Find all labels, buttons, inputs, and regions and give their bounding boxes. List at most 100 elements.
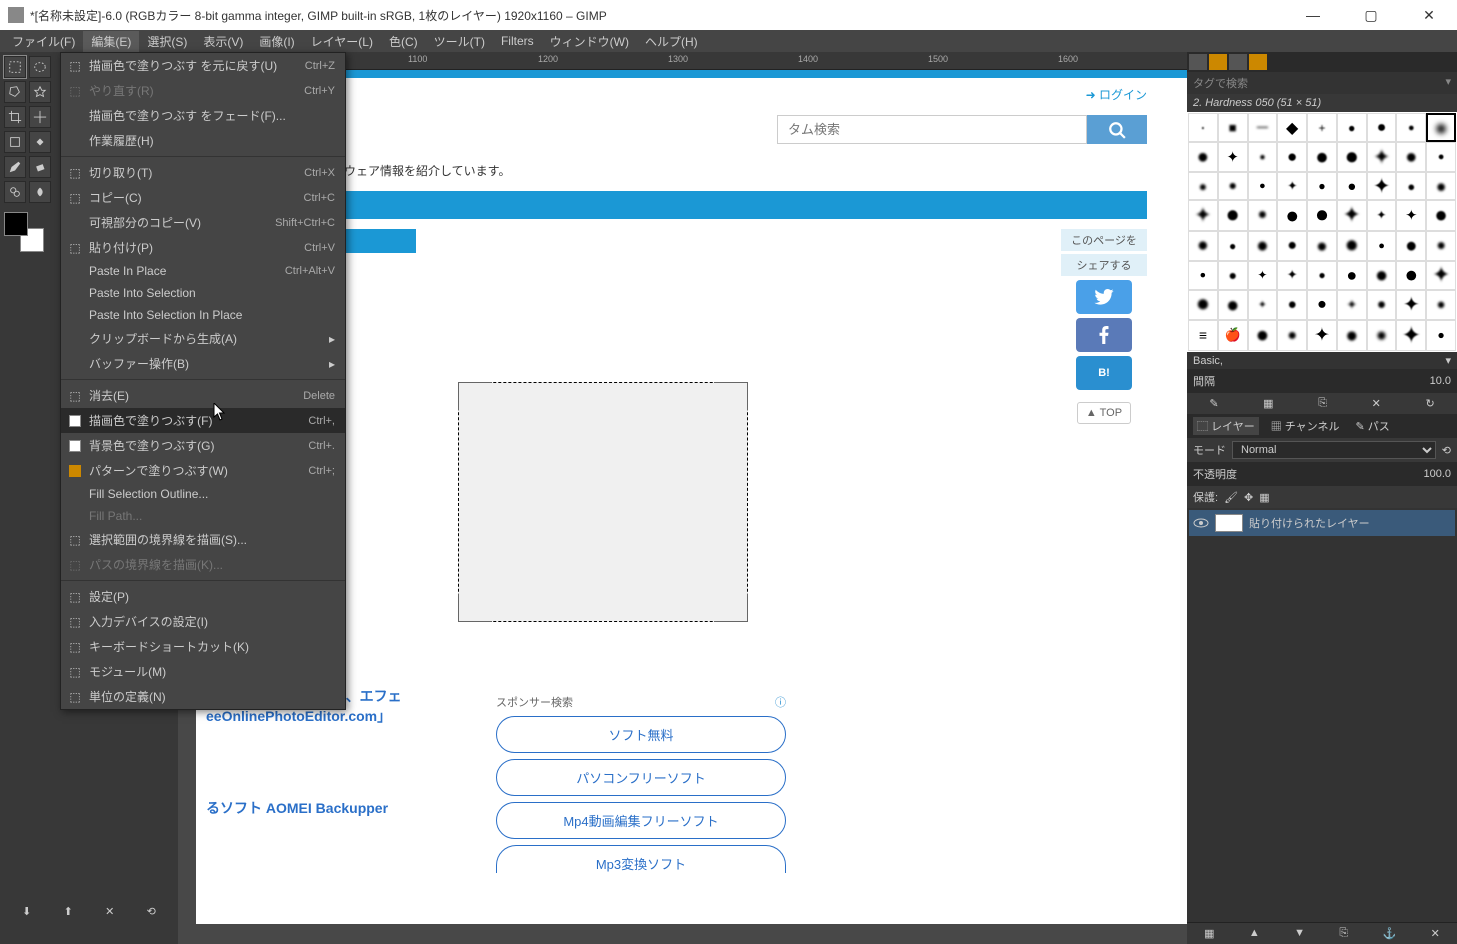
brush-39[interactable]: ● xyxy=(1277,231,1307,261)
brush-68[interactable]: ● xyxy=(1337,320,1367,351)
tool-crop[interactable] xyxy=(4,106,26,128)
brush-24[interactable]: ✦ xyxy=(1367,172,1397,200)
brush-16[interactable]: ● xyxy=(1396,142,1426,172)
menu-help[interactable]: ヘルプ(H) xyxy=(637,31,706,52)
tool-transform[interactable] xyxy=(4,131,26,153)
brush-6[interactable]: ● xyxy=(1367,113,1397,142)
mode-reset[interactable]: ⟲ xyxy=(1442,444,1451,457)
brush-27[interactable]: ✦ xyxy=(1188,200,1218,230)
link-3[interactable]: るソフト AOMEI Backupper xyxy=(206,798,388,818)
brush-33[interactable]: ✦ xyxy=(1367,200,1397,230)
twitter-button[interactable] xyxy=(1076,280,1132,314)
menu-file[interactable]: ファイル(F) xyxy=(4,31,83,52)
ad-link-1[interactable]: ソフト無料 xyxy=(496,716,786,753)
edit-menu-Paste Into[interactable]: Paste Into Selection In Place xyxy=(61,304,345,326)
brush-61[interactable]: ✦ xyxy=(1396,290,1426,320)
edit-menu-やり直す(R)[interactable]: ⬚やり直す(R)Ctrl+Y xyxy=(61,78,345,103)
brush-30[interactable]: ● xyxy=(1277,200,1307,230)
brush-50[interactable]: ● xyxy=(1337,261,1367,290)
brush-51[interactable]: ● xyxy=(1367,261,1397,290)
blend-mode-select[interactable]: Normal xyxy=(1232,441,1436,459)
ad-link-2[interactable]: パソコンフリーソフト xyxy=(496,759,786,796)
menu-filters[interactable]: Filters xyxy=(493,32,542,50)
tool-ellipse-select[interactable] xyxy=(29,56,51,78)
merge-layer-icon[interactable]: ⚓ xyxy=(1383,927,1397,940)
brush-12[interactable]: ● xyxy=(1277,142,1307,172)
spacing-value[interactable]: 10.0 xyxy=(1430,375,1451,387)
brush-26[interactable]: ● xyxy=(1426,172,1456,200)
brush-56[interactable]: ✦ xyxy=(1248,290,1278,320)
brush-38[interactable]: ● xyxy=(1248,231,1278,261)
minimize-button[interactable]: — xyxy=(1293,7,1333,24)
brush-18[interactable]: ● xyxy=(1188,172,1218,200)
rtab-3[interactable] xyxy=(1229,54,1247,70)
edit-menu-描画色で塗りつぶす[interactable]: 描画色で塗りつぶす をフェード(F)... xyxy=(61,103,345,128)
menu-select[interactable]: 選択(S) xyxy=(139,31,195,52)
brush-14[interactable]: ● xyxy=(1337,142,1367,172)
brush-8[interactable]: ● xyxy=(1426,113,1456,142)
edit-menu-入力デバイスの設定([interactable]: ⬚入力デバイスの設定(I) xyxy=(61,609,345,634)
edit-menu-選択範囲の境界線を描[interactable]: ⬚選択範囲の境界線を描画(S)... xyxy=(61,527,345,552)
brush-4[interactable]: + xyxy=(1307,113,1337,142)
facebook-button[interactable] xyxy=(1076,318,1132,352)
brush-20[interactable]: ● xyxy=(1248,172,1278,200)
menu-image[interactable]: 画像(I) xyxy=(251,31,302,52)
brush-66[interactable]: ● xyxy=(1277,320,1307,351)
rtab-2[interactable] xyxy=(1209,54,1227,70)
brush-5[interactable]: ● xyxy=(1337,113,1367,142)
edit-menu-モジュール(M)[interactable]: ⬚モジュール(M) xyxy=(61,659,345,684)
brush-search[interactable]: タグで検索 xyxy=(1193,78,1248,90)
tool-smudge[interactable] xyxy=(29,181,51,203)
top-button[interactable]: ▲ TOP xyxy=(1077,402,1131,424)
save-options-icon[interactable]: ⬇ xyxy=(22,905,31,918)
menu-window[interactable]: ウィンドウ(W) xyxy=(542,31,637,52)
brush-37[interactable]: ● xyxy=(1218,231,1248,261)
brush-53[interactable]: ✦ xyxy=(1426,261,1456,290)
brush-55[interactable]: ● xyxy=(1218,290,1248,320)
edit-menu-Paste Into[interactable]: Paste Into Selection xyxy=(61,282,345,304)
brush-32[interactable]: ✦ xyxy=(1337,200,1367,230)
brush-57[interactable]: ● xyxy=(1277,290,1307,320)
brush-49[interactable]: ● xyxy=(1307,261,1337,290)
brush-67[interactable]: ✦ xyxy=(1307,320,1337,351)
menu-layer[interactable]: レイヤー(L) xyxy=(303,31,381,52)
brush-46[interactable]: ● xyxy=(1218,261,1248,290)
brush-21[interactable]: ✦ xyxy=(1277,172,1307,200)
brush-2[interactable]: ─ xyxy=(1248,113,1278,142)
brush-63[interactable]: ≡ xyxy=(1188,320,1218,351)
brush-47[interactable]: ✦ xyxy=(1248,261,1278,290)
brush-52[interactable]: ● xyxy=(1396,261,1426,290)
selection-rectangle[interactable] xyxy=(458,382,748,622)
rtab-1[interactable] xyxy=(1189,54,1207,70)
edit-menu-単位の定義(N)[interactable]: ⬚単位の定義(N) xyxy=(61,684,345,709)
brush-10[interactable]: ✦ xyxy=(1218,142,1248,172)
menu-color[interactable]: 色(C) xyxy=(381,31,426,52)
tool-clone[interactable] xyxy=(4,181,26,203)
brush-grid[interactable]: ·■─◆+●●●●●✦●●●●✦●●●●●✦●●✦●●✦●●●●✦✦✦●●●●●… xyxy=(1187,112,1457,352)
lock-icon[interactable]: 🖌 xyxy=(1224,491,1238,504)
tool-bucket[interactable] xyxy=(29,131,51,153)
reset-options-icon[interactable]: ⟲ xyxy=(147,905,156,918)
brush-7[interactable]: ● xyxy=(1396,113,1426,142)
opacity-value[interactable]: 100.0 xyxy=(1423,468,1451,480)
brush-13[interactable]: ● xyxy=(1307,142,1337,172)
brush-64[interactable]: 🍎 xyxy=(1218,320,1248,351)
edit-menu-描画色で塗りつぶす([interactable]: 描画色で塗りつぶす(F)Ctrl+, xyxy=(61,408,345,433)
lower-layer-icon[interactable]: ▼ xyxy=(1294,927,1305,940)
edit-menu-クリップボードから生[interactable]: クリップボードから生成(A)▸ xyxy=(61,326,345,351)
tool-eraser[interactable] xyxy=(29,156,51,178)
delete-options-icon[interactable]: ✕ xyxy=(105,905,114,918)
tool-fuzzy-select[interactable] xyxy=(29,81,51,103)
edit-menu-貼り付け(P)[interactable]: ⬚貼り付け(P)Ctrl+V xyxy=(61,235,345,260)
channels-tab[interactable]: ▦ チャンネル xyxy=(1267,417,1344,435)
menu-view[interactable]: 表示(V) xyxy=(195,31,251,52)
tool-move[interactable] xyxy=(29,106,51,128)
brush-41[interactable]: ● xyxy=(1337,231,1367,261)
refresh-brush-icon[interactable]: ↻ xyxy=(1425,397,1434,410)
new-layer-icon[interactable]: ▦ xyxy=(1204,927,1214,940)
brush-9[interactable]: ● xyxy=(1188,142,1218,172)
new-brush-icon[interactable]: ▦ xyxy=(1263,397,1273,410)
brush-34[interactable]: ✦ xyxy=(1396,200,1426,230)
tool-pencil[interactable] xyxy=(4,156,26,178)
brush-0[interactable]: · xyxy=(1188,113,1218,142)
